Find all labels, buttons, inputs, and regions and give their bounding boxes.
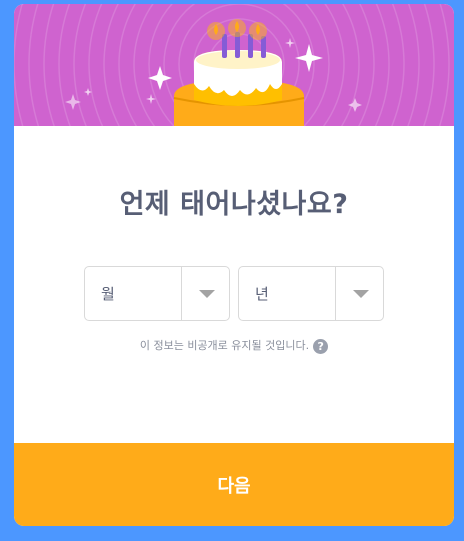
privacy-note-text: 이 정보는 비공개로 유지될 것입니다. — [139, 339, 310, 352]
year-select[interactable]: 년 — [238, 266, 384, 321]
year-select-value: 년 — [255, 285, 269, 303]
chevron-down-icon[interactable] — [353, 290, 369, 298]
select-divider — [181, 267, 182, 320]
next-button[interactable]: 다음 — [14, 443, 454, 526]
birthday-cake-icon — [173, 19, 305, 126]
select-divider — [335, 267, 336, 320]
modal-overlay: 언제 태어나셨나요? 월 년 이 정보는 비공개로 유지될 것입니다.? 다음 — [0, 0, 464, 541]
month-select[interactable]: 월 — [84, 266, 230, 321]
month-select-value: 월 — [101, 285, 115, 303]
birthday-banner-illustration — [14, 4, 450, 126]
birthday-banner — [14, 4, 454, 126]
dialog-title: 언제 태어나셨나요? — [119, 189, 349, 220]
next-button-label: 다음 — [217, 475, 251, 496]
privacy-note: 이 정보는 비공개로 유지될 것입니다.? — [14, 338, 454, 354]
question-circle-icon[interactable]: ? — [313, 338, 329, 354]
chevron-down-icon[interactable] — [199, 290, 215, 298]
birthdate-dialog: 언제 태어나셨나요? 월 년 이 정보는 비공개로 유지될 것입니다.? 다음 — [14, 4, 454, 526]
